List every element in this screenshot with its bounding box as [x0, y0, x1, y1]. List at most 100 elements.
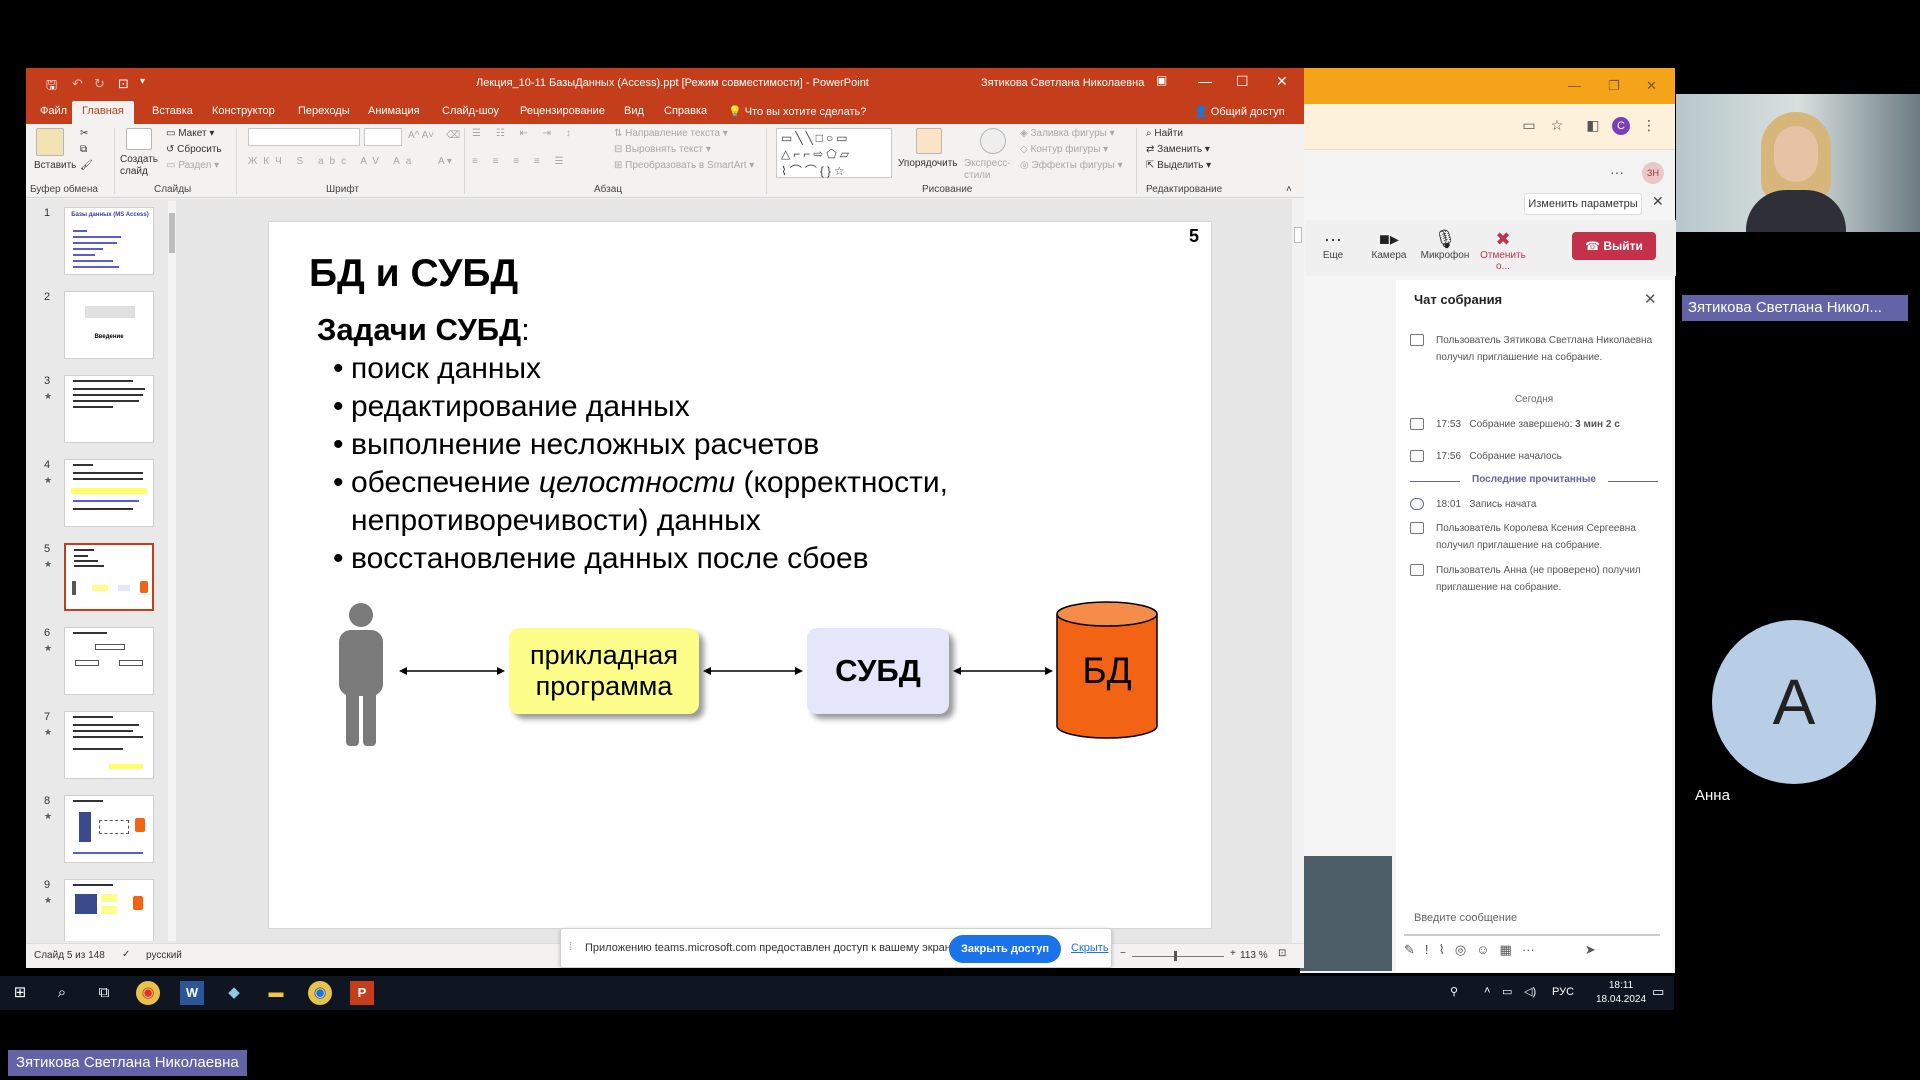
- slide-thumbnail-2[interactable]: Введение: [64, 291, 154, 359]
- select-button[interactable]: ⇱ Выделить ▾: [1146, 160, 1211, 171]
- shapes-gallery[interactable]: ▭╲╲□○▭ △⌐⌐⇨⬠▱ ⌇⌒⌒{}☆: [776, 128, 892, 178]
- new-slide-button[interactable]: Создать слайд: [120, 154, 164, 178]
- share-button[interactable]: 👤 Общий доступ: [1194, 105, 1285, 118]
- send-icon[interactable]: ➤: [1585, 942, 1596, 957]
- mic-button[interactable]: 🎙 Микрофон: [1418, 228, 1472, 261]
- camera-button[interactable]: ■▸ Камера: [1362, 228, 1416, 261]
- redo-icon[interactable]: ↻: [94, 76, 105, 92]
- close-icon[interactable]: ✕: [1644, 290, 1657, 308]
- quick-styles-button[interactable]: Экспресс-стили: [964, 158, 1011, 182]
- slide-thumbnail-9[interactable]: [64, 879, 154, 941]
- section-button[interactable]: ▭ Раздел ▾: [166, 160, 219, 171]
- app-icon[interactable]: ◆: [222, 981, 246, 1005]
- shape-effects-button[interactable]: ◎ Эффекты фигуры ▾: [1020, 160, 1123, 171]
- slide-thumbnail-7[interactable]: [64, 711, 154, 779]
- increase-font-icon[interactable]: A^ A˅: [408, 130, 434, 141]
- stop-sharing-button[interactable]: Закрыть доступ: [949, 935, 1061, 963]
- save-icon[interactable]: 🖫: [46, 76, 57, 98]
- layout-button[interactable]: ▭ Макет ▾: [166, 128, 214, 139]
- kebab-menu-icon[interactable]: ⋮: [1640, 117, 1658, 135]
- close-icon[interactable]: ✕: [1652, 193, 1664, 210]
- paste-button[interactable]: Вставить: [34, 160, 76, 171]
- tab-design[interactable]: Конструктор: [212, 105, 275, 117]
- thumbnails-scrollbar[interactable]: [168, 201, 176, 941]
- windows-start-icon[interactable]: ⊞: [8, 981, 32, 1005]
- dbms-box[interactable]: СУБД: [807, 628, 949, 714]
- fit-slide-icon[interactable]: ⊡: [1278, 948, 1286, 959]
- slide-thumbnail-3[interactable]: [64, 375, 154, 443]
- bullet-item[interactable]: • восстановление данных после сбоев: [333, 540, 869, 578]
- arrange-icon[interactable]: [916, 128, 942, 154]
- shape-outline-button[interactable]: ◇ Контур фигуры ▾: [1020, 144, 1108, 155]
- task-view-icon[interactable]: ⧉: [92, 981, 116, 1005]
- bullet-item[interactable]: • обеспечение целостности (корректности, н…: [333, 464, 1051, 540]
- align-icons[interactable]: ≡ ≡ ≡ ≡ ☰: [472, 156, 569, 167]
- chrome-active-icon[interactable]: ◉: [308, 981, 332, 1005]
- tab-review[interactable]: Рецензирование: [520, 105, 605, 117]
- tell-me-search[interactable]: 💡 Что вы хотите сделать?: [728, 105, 866, 118]
- font-color-icon[interactable]: A ▾: [438, 156, 452, 167]
- font-name-input[interactable]: [248, 128, 360, 146]
- close-icon[interactable]: ✕: [1276, 73, 1288, 90]
- tab-view[interactable]: Вид: [624, 105, 644, 117]
- drag-handle-icon[interactable]: ⁞: [569, 941, 572, 953]
- slide-thumbnail-4[interactable]: [64, 459, 154, 527]
- minimize-icon[interactable]: —: [1198, 73, 1212, 89]
- list-icons[interactable]: ☰ ☷ ⇤ ⇥ ↕: [472, 128, 577, 139]
- leave-button[interactable]: ☎ Выйти: [1572, 232, 1656, 260]
- tab-home[interactable]: Главная: [72, 101, 134, 124]
- slide-thumbnail-6[interactable]: [64, 627, 154, 695]
- undo-icon[interactable]: ↶: [72, 76, 83, 92]
- cut-icon[interactable]: ✂: [80, 128, 88, 139]
- format-icon[interactable]: ✎: [1404, 942, 1415, 957]
- hide-link[interactable]: Скрыть: [1071, 942, 1109, 954]
- attach-icon[interactable]: ⌇: [1439, 942, 1445, 957]
- taskbar-clock[interactable]: 18:11 18.04.2024: [1596, 979, 1646, 1007]
- restore-icon[interactable]: ❐: [1608, 78, 1620, 94]
- slide-title[interactable]: БД и СУБД: [309, 252, 518, 296]
- tab-transitions[interactable]: Переходы: [298, 105, 350, 117]
- minimize-icon[interactable]: —: [1568, 78, 1581, 93]
- sidepanel-icon[interactable]: ◧: [1584, 117, 1602, 135]
- powerpoint-icon[interactable]: P: [350, 981, 374, 1005]
- more-icon[interactable]: ···: [1522, 942, 1535, 957]
- shape-fill-button[interactable]: ◈ Заливка фигуры ▾: [1020, 128, 1115, 139]
- input-language[interactable]: РУС: [1552, 986, 1574, 998]
- text-direction-button[interactable]: ⇅ Направление текста ▾: [614, 128, 728, 139]
- user-avatar[interactable]: ЗН: [1642, 162, 1664, 184]
- smartart-button[interactable]: ⊞ Преобразовать в SmartArt ▾: [614, 160, 754, 171]
- clear-format-icon[interactable]: ⌫: [446, 130, 460, 141]
- file-explorer-icon[interactable]: ▬: [264, 981, 288, 1005]
- close-icon[interactable]: ✕: [1646, 78, 1657, 94]
- ribbon-display-icon[interactable]: ▣: [1156, 73, 1167, 87]
- reset-button[interactable]: ↺ Сбросить: [166, 144, 222, 155]
- font-format-icons[interactable]: ЖКЧ S abc AV Aa: [248, 156, 417, 167]
- replace-button[interactable]: ⇄ Заменить ▾: [1146, 144, 1210, 155]
- language-indicator[interactable]: русский: [146, 950, 182, 961]
- bullet-item[interactable]: • редактирование данных: [333, 388, 690, 426]
- more-icon[interactable]: ···: [1610, 164, 1624, 180]
- notifications-icon[interactable]: ▭: [1652, 984, 1664, 1000]
- tab-insert[interactable]: Вставка: [152, 105, 193, 117]
- person-icon[interactable]: ⚲: [1450, 985, 1458, 998]
- copy-icon[interactable]: ⧉: [80, 144, 87, 155]
- slide-thumbnail-1[interactable]: Базы данных (MS Access): [64, 207, 154, 275]
- volume-icon[interactable]: ◁): [1524, 985, 1536, 998]
- slide-thumbnail-8[interactable]: [64, 795, 154, 863]
- bullet-item[interactable]: • выполнение несложных расчетов: [333, 426, 819, 464]
- chrome-icon[interactable]: ◉: [136, 981, 160, 1005]
- align-text-button[interactable]: ⊟ Выровнять текст ▾: [614, 144, 711, 155]
- find-button[interactable]: ⌕ Найти: [1146, 128, 1183, 139]
- loop-icon[interactable]: ◎: [1455, 942, 1466, 957]
- spellcheck-icon[interactable]: ✓: [122, 949, 130, 960]
- chevron-up-icon[interactable]: ˄: [1484, 985, 1490, 997]
- database-cylinder[interactable]: БД: [1055, 600, 1159, 740]
- quick-styles-icon[interactable]: [980, 128, 1006, 154]
- priority-icon[interactable]: !: [1425, 942, 1429, 957]
- tab-slideshow[interactable]: Слайд-шоу: [442, 105, 499, 117]
- gif-icon[interactable]: ▦: [1500, 942, 1512, 957]
- star-icon[interactable]: ☆: [1548, 117, 1566, 135]
- account-name[interactable]: Зятикова Светлана Николаевна: [981, 77, 1144, 89]
- network-icon[interactable]: ▭: [1502, 985, 1512, 998]
- arrange-button[interactable]: Упорядочить: [898, 158, 958, 169]
